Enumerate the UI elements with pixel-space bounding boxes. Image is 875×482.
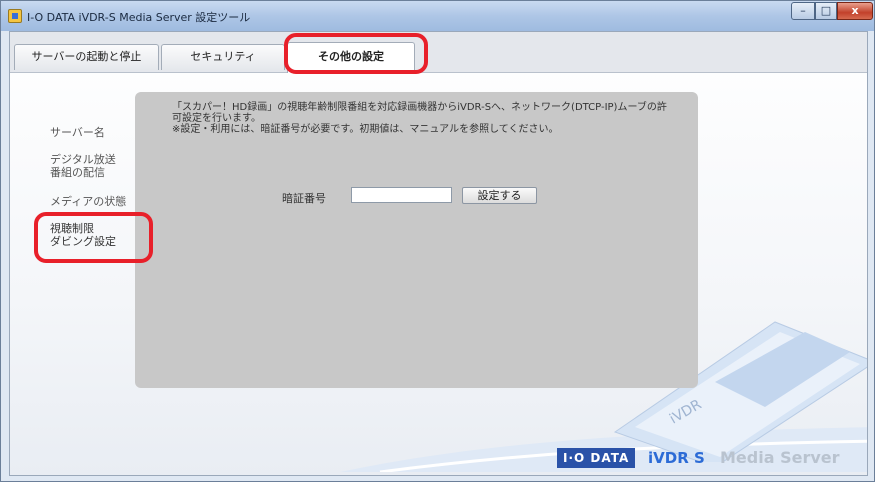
tab-other-settings[interactable]: その他の設定 [287,42,415,73]
window-title: I-O DATA iVDR-S Media Server 設定ツール [27,11,251,24]
title-bar[interactable]: I-O DATA iVDR-S Media Server 設定ツール – □ x [1,1,874,31]
media-server-text: Media Server [720,448,840,467]
iodata-logo: I·O DATA [557,448,636,468]
sidebar-item-viewing-restriction[interactable]: 視聴制限 ダビング設定 [50,222,116,248]
sidebar-item-server-name[interactable]: サーバー名 [50,126,105,139]
minimize-button[interactable]: – [791,2,815,20]
pin-label: 暗証番号 [282,192,326,205]
client-area: サーバーの起動と停止 セキュリティ その他の設定 iVDR サーバー名 デジタル… [9,31,868,476]
sidebar-item-digital-broadcast[interactable]: デジタル放送 番組の配信 [50,153,116,179]
tab-security[interactable]: セキュリティ [161,44,285,70]
settings-panel [135,92,698,388]
app-window: I-O DATA iVDR-S Media Server 設定ツール – □ x… [0,0,875,482]
set-button[interactable]: 設定する [462,187,537,204]
tab-bar: サーバーの起動と停止 セキュリティ その他の設定 [10,32,867,73]
tab-server-start-stop[interactable]: サーバーの起動と停止 [14,44,159,70]
maximize-button[interactable]: □ [815,2,837,20]
restriction-description: 「スカパー！HD録画」の視聴年齢制限番組を対応録画機器からiVDR-Sへ、ネット… [172,102,667,135]
pin-input[interactable] [351,187,452,203]
sidebar-item-media-status[interactable]: メディアの状態 [50,195,126,208]
close-button[interactable]: x [837,2,873,20]
ivdr-logo: iVDR S [648,449,705,467]
app-icon [8,9,22,23]
